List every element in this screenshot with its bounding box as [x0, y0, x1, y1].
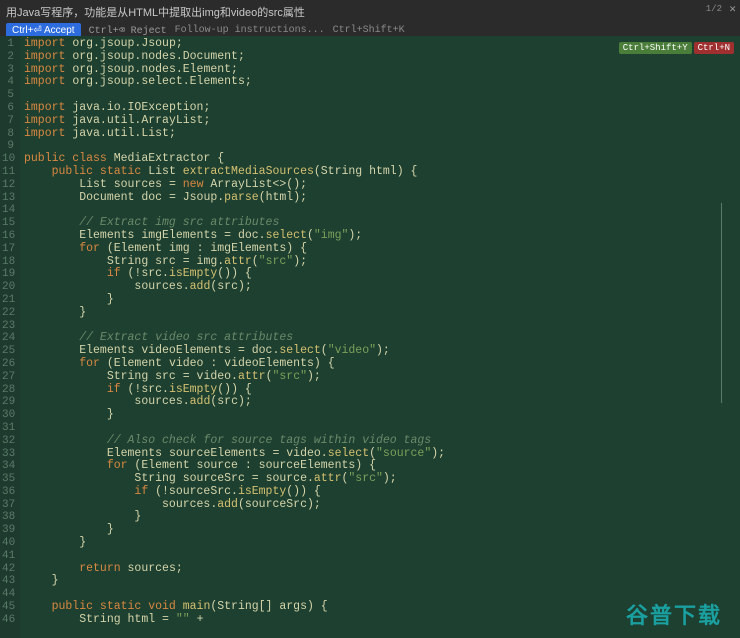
close-icon[interactable]: ✕ [729, 2, 736, 16]
code-editor[interactable]: 1234567891011121314151617181920212223242… [0, 36, 740, 638]
reject-button[interactable]: Ctrl+⌫ Reject [89, 25, 167, 37]
prompt-text: 用Java写程序，功能是从HTML中提取出img和video的src属性 [6, 4, 305, 20]
shortcut-hint: Ctrl+Shift+K [333, 25, 405, 36]
watermark-text: 谷普下载 [626, 598, 722, 630]
badge-shortcut-y: Ctrl+Shift+Y [619, 42, 692, 54]
shortcut-badges: Ctrl+Shift+Y Ctrl+N [619, 42, 734, 54]
inline-chat-panel: 用Java写程序，功能是从HTML中提取出img和video的src属性 Ctr… [0, 0, 740, 36]
followup-hint[interactable]: Follow-up instructions... [175, 25, 325, 36]
pager-indicator: 1/2 [706, 4, 722, 14]
badge-shortcut-n: Ctrl+N [694, 42, 734, 54]
code-area[interactable]: import org.jsoup.Jsoup;import org.jsoup.… [20, 36, 740, 638]
minimap-scrollbar[interactable] [721, 203, 722, 403]
line-number-gutter: 1234567891011121314151617181920212223242… [0, 36, 20, 638]
